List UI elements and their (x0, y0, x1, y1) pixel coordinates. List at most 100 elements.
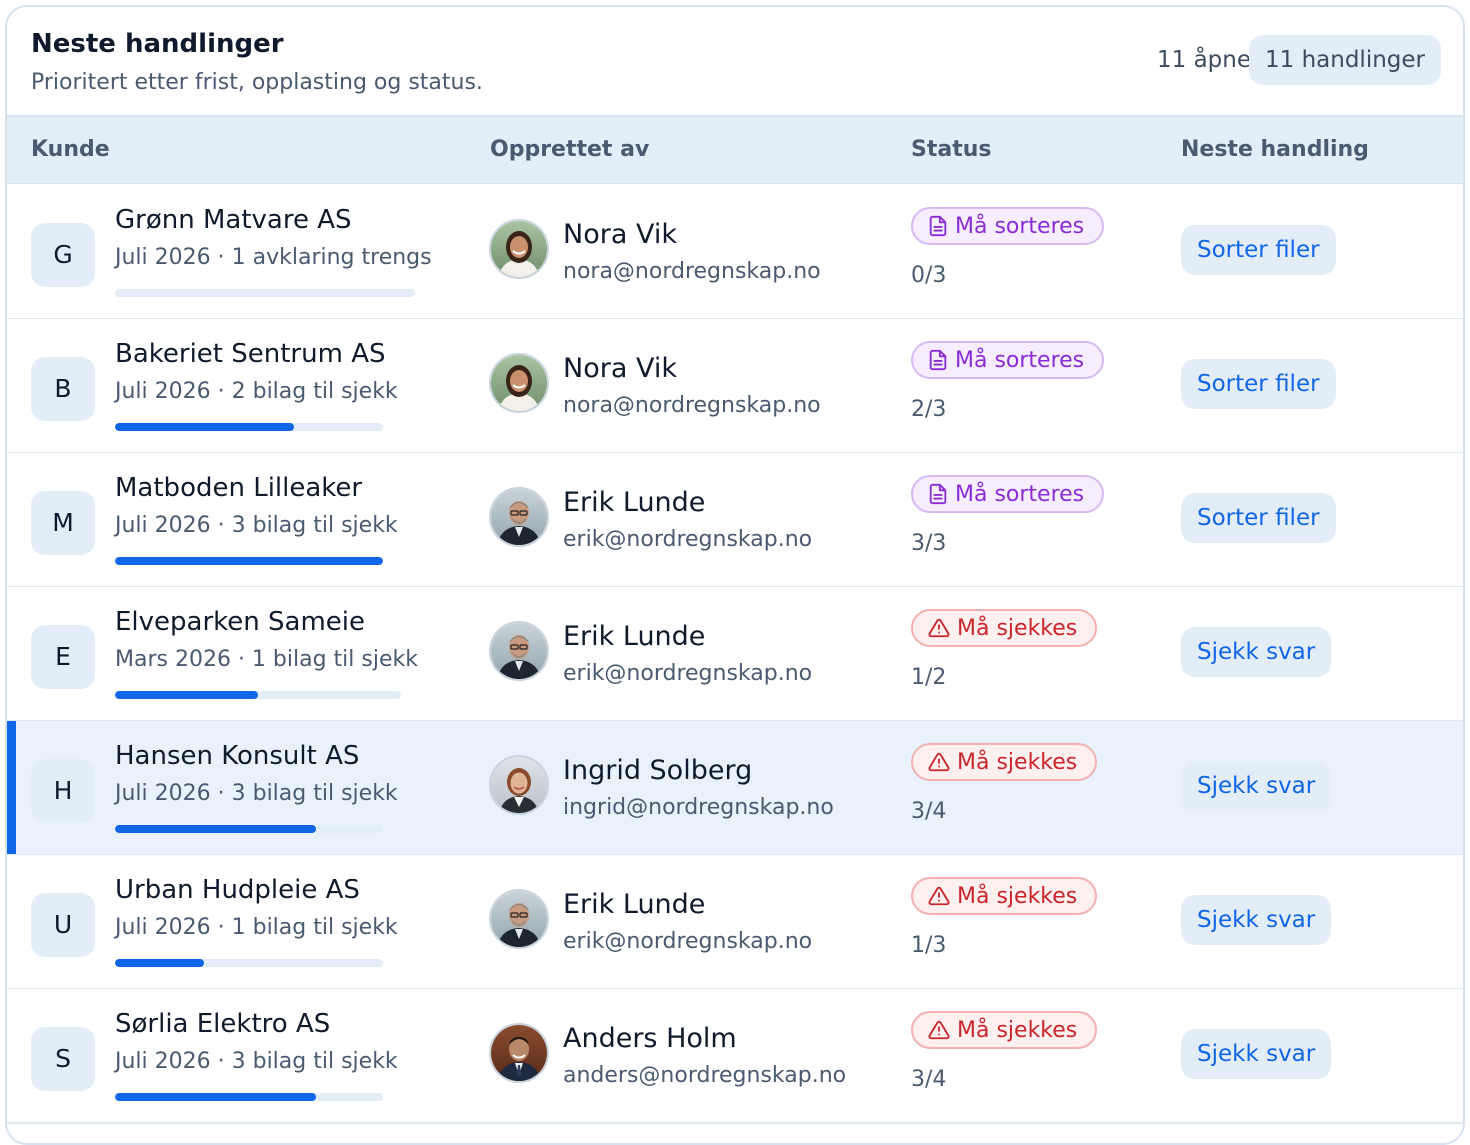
column-header-status[interactable]: Status (911, 137, 991, 162)
customer-name[interactable]: Urban Hudpleie AS (115, 875, 360, 905)
status-count: 1/3 (911, 933, 947, 958)
customer-name[interactable]: Matboden Lilleaker (115, 473, 362, 503)
status-badge: Må sorteres (911, 341, 1105, 379)
customer-name[interactable]: Grønn Matvare AS (115, 205, 352, 235)
status-label: Må sorteres (955, 482, 1085, 507)
creator-email: ingrid@nordregnskap.no (563, 795, 834, 820)
next-action-button[interactable]: Sjekk svar (1181, 627, 1332, 677)
user-avatar (489, 353, 549, 413)
next-action-button[interactable]: Sjekk svar (1181, 895, 1332, 945)
column-header-customer[interactable]: Kunde (31, 137, 110, 162)
upload-progress-bar (115, 959, 383, 967)
table-row[interactable]: G Grønn Matvare AS Juli 2026 · 1 avklari… (7, 185, 1463, 320)
creator-name: Ingrid Solberg (563, 755, 753, 786)
customer-initial-avatar: M (31, 491, 95, 555)
user-avatar (489, 889, 549, 949)
customer-initial-avatar: G (31, 223, 95, 287)
upload-progress-fill (115, 691, 258, 699)
customer-period-info: Juli 2026 · 1 avklaring trengs (115, 245, 432, 270)
customer-name[interactable]: Elveparken Sameie (115, 607, 365, 637)
table-row[interactable]: U Urban Hudpleie AS Juli 2026 · 1 bilag … (7, 855, 1463, 990)
table-row[interactable]: S Sørlia Elektro AS Juli 2026 · 3 bilag … (7, 989, 1463, 1124)
status-badge: Må sjekkes (911, 1011, 1098, 1049)
status-badge: Må sjekkes (911, 743, 1098, 781)
upload-progress-fill (115, 557, 383, 565)
creator-email: erik@nordregnskap.no (563, 661, 813, 686)
customer-name[interactable]: Sørlia Elektro AS (115, 1009, 330, 1039)
status-label: Må sjekkes (957, 616, 1078, 641)
customer-initial-avatar: B (31, 357, 95, 421)
upload-progress-bar (115, 825, 383, 833)
next-action-button[interactable]: Sorter filer (1181, 359, 1336, 409)
selected-indicator (7, 721, 16, 854)
status-count: 3/3 (911, 531, 947, 556)
document-icon (927, 482, 955, 507)
customer-initial-avatar: E (31, 625, 95, 689)
customer-initial-avatar: S (31, 1027, 95, 1091)
card-subtitle: Prioritert etter frist, opplasting og st… (31, 70, 483, 95)
status-label: Må sjekkes (957, 884, 1078, 909)
creator-name: Erik Lunde (563, 621, 706, 652)
status-count: 1/2 (911, 665, 947, 690)
customer-period-info: Juli 2026 · 1 bilag til sjekk (115, 915, 398, 940)
table-row[interactable]: M Matboden Lilleaker Juli 2026 · 3 bilag… (7, 453, 1463, 588)
next-action-button[interactable]: Sorter filer (1181, 225, 1336, 275)
status-count: 3/4 (911, 1067, 947, 1092)
upload-progress-fill (115, 825, 316, 833)
upload-progress-bar (115, 423, 383, 431)
upload-progress-bar (115, 1093, 383, 1101)
creator-email: nora@nordregnskap.no (563, 259, 821, 284)
customer-initial-avatar: U (31, 893, 95, 957)
status-label: Må sjekkes (957, 1018, 1078, 1043)
creator-email: erik@nordregnskap.no (563, 929, 813, 954)
status-count: 3/4 (911, 799, 947, 824)
document-icon (927, 348, 955, 373)
upload-progress-bar (115, 289, 415, 297)
card-title: Neste handlinger (31, 29, 284, 59)
customer-name[interactable]: Hansen Konsult AS (115, 741, 359, 771)
user-avatar (489, 1023, 549, 1083)
status-count: 2/3 (911, 397, 947, 422)
warning-icon (927, 750, 957, 775)
customer-initial-avatar: H (31, 759, 95, 823)
warning-icon (927, 884, 957, 909)
status-label: Må sjekkes (957, 750, 1078, 775)
status-badge: Må sjekkes (911, 609, 1098, 647)
customer-period-info: Juli 2026 · 3 bilag til sjekk (115, 1049, 398, 1074)
document-icon (927, 214, 955, 239)
status-badge: Må sorteres (911, 207, 1105, 245)
next-action-button[interactable]: Sjekk svar (1181, 761, 1332, 811)
open-count: 11 åpne (1157, 47, 1251, 73)
upload-progress-fill (115, 1093, 316, 1101)
next-action-button[interactable]: Sjekk svar (1181, 1029, 1332, 1079)
table-row[interactable]: B Bakeriet Sentrum AS Juli 2026 · 2 bila… (7, 319, 1463, 454)
status-label: Må sorteres (955, 348, 1085, 373)
next-actions-card: Neste handlinger Prioritert etter frist,… (5, 5, 1465, 1145)
customer-period-info: Juli 2026 · 3 bilag til sjekk (115, 781, 398, 806)
creator-email: nora@nordregnskap.no (563, 393, 821, 418)
warning-icon (927, 616, 957, 641)
column-header-next-action[interactable]: Neste handling (1181, 137, 1369, 162)
user-avatar (489, 487, 549, 547)
user-avatar (489, 621, 549, 681)
creator-email: erik@nordregnskap.no (563, 527, 813, 552)
creator-name: Erik Lunde (563, 889, 706, 920)
status-label: Må sorteres (955, 214, 1085, 239)
status-count: 0/3 (911, 263, 947, 288)
next-action-button[interactable]: Sorter filer (1181, 493, 1336, 543)
warning-icon (927, 1018, 957, 1043)
table-row[interactable]: H Hansen Konsult AS Juli 2026 · 3 bilag … (7, 721, 1463, 856)
creator-name: Nora Vik (563, 353, 677, 384)
actions-count-badge: 11 handlinger (1249, 35, 1441, 85)
card-header: Neste handlinger Prioritert etter frist,… (7, 7, 1463, 117)
status-badge: Må sorteres (911, 475, 1105, 513)
table-row[interactable]: E Elveparken Sameie Mars 2026 · 1 bilag … (7, 587, 1463, 722)
customer-name[interactable]: Bakeriet Sentrum AS (115, 339, 386, 369)
upload-progress-fill (115, 959, 205, 967)
customer-period-info: Juli 2026 · 3 bilag til sjekk (115, 513, 398, 538)
column-header-created-by[interactable]: Opprettet av (490, 137, 649, 162)
upload-progress-bar (115, 557, 383, 565)
creator-name: Anders Holm (563, 1023, 737, 1054)
user-avatar (489, 219, 549, 279)
creator-name: Nora Vik (563, 219, 677, 250)
